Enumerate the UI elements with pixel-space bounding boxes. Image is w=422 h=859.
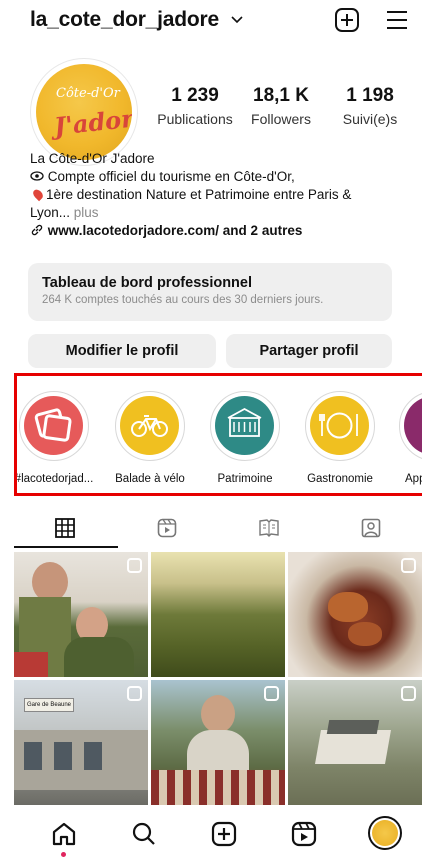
edit-profile-button[interactable]: Modifier le profil (28, 334, 216, 368)
stat-label: Followers (251, 111, 311, 127)
pin-icon (31, 187, 45, 202)
post-thumbnail[interactable] (151, 552, 285, 677)
stat-value: 18,1 K (253, 85, 309, 106)
stat-followers[interactable]: 18,1 K Followers (241, 85, 321, 127)
username[interactable]: la_cote_dor_jadore (30, 8, 219, 32)
professional-dashboard[interactable]: Tableau de bord professionnel 264 K comp… (28, 263, 392, 321)
stat-value: 1 239 (171, 85, 219, 106)
bio-more-link[interactable]: plus (74, 205, 99, 220)
active-tab-indicator (14, 546, 118, 548)
multi-post-icon (264, 686, 279, 701)
reels-icon[interactable] (290, 820, 318, 848)
profile-tab-avatar[interactable] (368, 816, 402, 850)
share-profile-button[interactable]: Partager profil (226, 334, 392, 368)
link-icon (31, 224, 43, 236)
highlight-label: Patrimoine (217, 473, 273, 485)
multi-post-icon (401, 558, 416, 573)
highlight-cover (120, 396, 179, 455)
profile-bio: La Côte-d'Or J'adore Compte officiel du … (30, 150, 400, 240)
highlight-cover app-icon (404, 396, 422, 455)
bottom-navigation (0, 808, 422, 859)
post-thumbnail[interactable] (288, 680, 422, 805)
plus-square-icon[interactable] (334, 7, 360, 33)
bio-line-3: Lyon... (30, 205, 71, 220)
building-icon (227, 407, 262, 437)
dashboard-title: Tableau de bord professionnel (42, 275, 253, 291)
tab-guides[interactable] (218, 506, 320, 550)
highlight-label: Gastronomie (307, 473, 373, 485)
create-icon[interactable] (210, 820, 238, 848)
avatar-text-top: Côte-d'Or (56, 86, 120, 101)
chevron-down-icon[interactable] (228, 10, 246, 28)
plate-icon (319, 412, 358, 439)
highlight-ring (115, 391, 185, 461)
profile-name: La Côte-d'Or J'adore (30, 151, 155, 166)
reel-badge-icon (401, 686, 416, 701)
highlight-item[interactable]: Gastronomie (295, 391, 385, 485)
highlight-ring (210, 391, 280, 461)
tagged-icon (361, 518, 381, 538)
stat-label: Publications (157, 111, 233, 127)
reel-badge-icon (127, 558, 142, 573)
highlight-cover (215, 396, 274, 455)
highlight-cover (310, 396, 369, 455)
post-thumbnail[interactable] (14, 552, 148, 677)
grid-icon (55, 518, 75, 538)
post-thumbnail[interactable] (288, 552, 422, 677)
tab-grid[interactable] (14, 506, 116, 550)
highlight-ring (399, 391, 422, 461)
bio-line-2: 1ère destination Nature et Patrimoine en… (46, 187, 352, 202)
stat-publications[interactable]: 1 239 Publications (152, 85, 238, 127)
notification-dot (61, 852, 66, 857)
avatar-text-bottom: J'adore (52, 102, 132, 141)
top-bar: la_cote_dor_jadore (0, 0, 422, 44)
highlight-ring (19, 391, 89, 461)
stat-following[interactable]: 1 198 Suivi(e)s (330, 85, 410, 127)
stat-label: Suivi(e)s (342, 111, 398, 127)
highlight-label: #lacotedorjad... (14, 473, 94, 485)
post-thumbnail[interactable]: Gare de Beaune (14, 680, 148, 805)
highlight-cover (24, 396, 83, 455)
reels-icon (157, 518, 177, 538)
highlight-ring (305, 391, 375, 461)
highlight-item[interactable]: App (389, 391, 422, 485)
search-icon[interactable] (130, 820, 158, 848)
bio-line-1: Compte officiel du tourisme en Côte-d'Or… (47, 169, 295, 184)
menu-icon[interactable] (384, 7, 410, 33)
sign-text: Gare de Beaune (24, 698, 74, 712)
highlight-item[interactable]: Balade à vélo (105, 391, 195, 485)
home-icon[interactable] (50, 820, 78, 848)
website-link[interactable]: www.lacotedorjadore.com/ and 2 autres (48, 223, 303, 238)
posts-grid: Gare de Beaune (14, 552, 422, 805)
highlight-label: Balade à vélo (115, 473, 185, 485)
post-thumbnail[interactable] (151, 680, 285, 805)
photos-icon (34, 408, 72, 442)
tab-tagged[interactable] (320, 506, 422, 550)
bicycle-icon (131, 415, 168, 437)
stat-value: 1 198 (346, 85, 394, 106)
eye-icon (30, 171, 44, 181)
story-highlights: #lacotedorjad... Balade à vélo Patrimoin… (14, 373, 422, 496)
highlight-label: App (405, 473, 422, 485)
guides-icon (259, 519, 279, 537)
highlight-item[interactable]: Patrimoine (200, 391, 290, 485)
avatar-logo: Côte-d'Or J'adore (36, 64, 132, 160)
multi-post-icon (127, 686, 142, 701)
highlight-item[interactable]: #lacotedorjad... (14, 391, 99, 485)
avatar (372, 820, 398, 846)
dashboard-subtitle: 264 K comptes touchés au cours des 30 de… (42, 294, 324, 306)
tab-reels[interactable] (116, 506, 218, 550)
